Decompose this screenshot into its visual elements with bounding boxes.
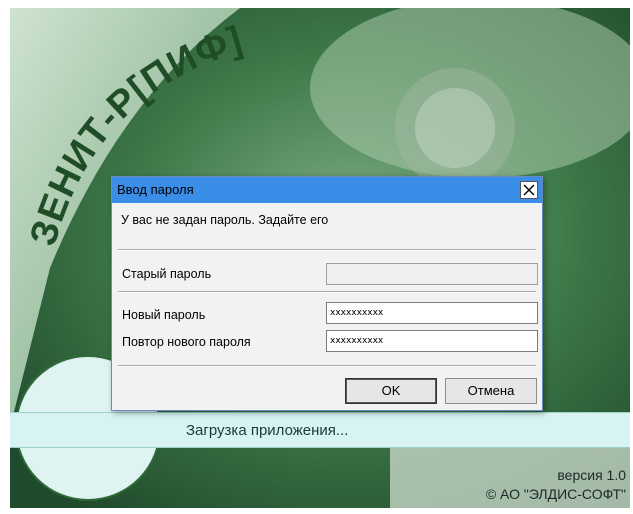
separator xyxy=(118,249,536,251)
old-password-field[interactable] xyxy=(326,263,538,285)
new-password-field[interactable] xyxy=(326,302,538,324)
version-label: версия 1.0 xyxy=(557,467,626,483)
dialog-titlebar[interactable]: Ввод пароля xyxy=(112,177,542,203)
dialog-message: У вас не задан пароль. Задайте его xyxy=(121,213,329,227)
cancel-button[interactable]: Отмена xyxy=(445,378,537,404)
ok-button[interactable]: OK xyxy=(345,378,437,404)
copyright-label: © АО "ЭЛДИС-СОФТ" xyxy=(485,486,626,502)
close-button[interactable] xyxy=(520,181,538,199)
repeat-password-field[interactable] xyxy=(326,330,538,352)
new-password-label: Новый пароль xyxy=(122,308,206,322)
repeat-password-label: Повтор нового пароля xyxy=(122,335,251,349)
old-password-label: Старый пароль xyxy=(122,267,212,281)
separator xyxy=(118,365,536,367)
dialog-title: Ввод пароля xyxy=(117,182,194,197)
loading-status: Загрузка приложения... xyxy=(186,422,349,439)
password-dialog: Ввод пароля У вас не задан пароль. Задай… xyxy=(111,176,543,411)
separator xyxy=(118,291,536,293)
close-icon xyxy=(523,184,535,196)
